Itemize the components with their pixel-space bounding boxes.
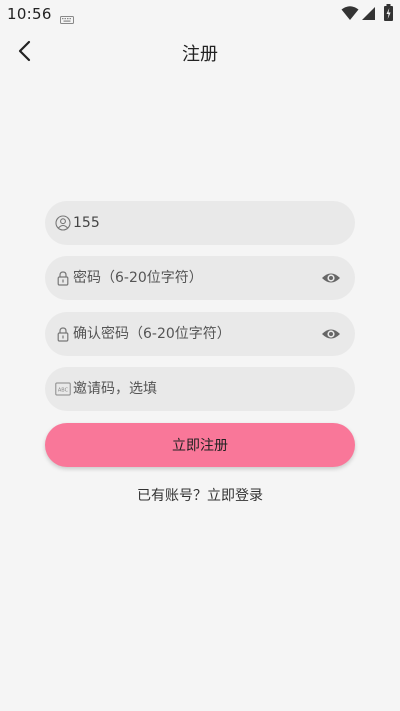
password-placeholder: 密码（6-20位字符） — [73, 270, 203, 286]
user-icon — [55, 215, 71, 231]
confirm-password-placeholder: 确认密码（6-20位字符） — [73, 326, 231, 342]
keyboard-icon — [60, 9, 74, 28]
invite-code-field[interactable]: ABC 邀请码，选填 — [45, 367, 355, 411]
login-link[interactable]: 已有账号？立即登录 — [0, 485, 400, 505]
nav-bar: 注册 — [0, 30, 400, 74]
eye-icon[interactable] — [321, 325, 341, 343]
status-time: 10:56 — [7, 5, 52, 23]
signal-icon — [361, 6, 376, 25]
register-button[interactable]: 立即注册 — [45, 423, 355, 467]
page-title: 注册 — [182, 44, 218, 65]
eye-icon[interactable] — [321, 269, 341, 287]
password-field[interactable]: 密码（6-20位字符） — [45, 256, 355, 300]
invite-code-placeholder: 邀请码，选填 — [73, 381, 157, 397]
lock-icon — [55, 326, 71, 342]
phone-input-value: 155 — [73, 215, 100, 231]
abc-icon: ABC — [55, 381, 71, 397]
confirm-password-field[interactable]: 确认密码（6-20位字符） — [45, 312, 355, 356]
svg-text:ABC: ABC — [58, 388, 69, 394]
wifi-icon — [341, 5, 359, 25]
battery-icon — [384, 4, 393, 25]
phone-field[interactable]: 155 — [45, 201, 355, 245]
status-bar: 10:56 — [0, 0, 400, 28]
lock-icon — [55, 270, 71, 286]
